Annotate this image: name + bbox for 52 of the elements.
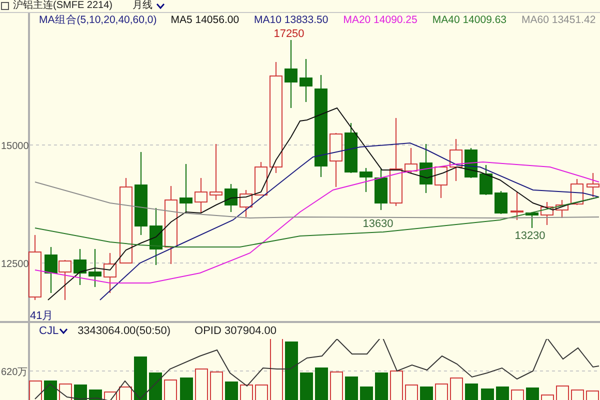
period-selector[interactable]: 月线 xyxy=(132,0,152,12)
candlestick xyxy=(330,132,342,188)
high-price-label: 17250 xyxy=(274,28,304,40)
candlestick xyxy=(28,234,42,300)
low-price-label: 13230 xyxy=(514,230,546,242)
volume-value: 3343064.00(50:50) xyxy=(78,326,171,336)
caret-icon[interactable] xyxy=(156,2,166,10)
candlestick xyxy=(570,178,584,206)
candlestick xyxy=(300,58,312,102)
candlestick xyxy=(44,246,58,294)
candlestick xyxy=(480,164,492,196)
low-price-label: 13630 xyxy=(362,218,394,230)
candlestick xyxy=(494,190,508,214)
candlestick xyxy=(240,190,252,218)
candlestick xyxy=(360,168,372,192)
candlestick xyxy=(74,248,86,286)
average-value: MA40 14009.63 xyxy=(432,15,507,26)
open-interest-value: OPID 307904.00 xyxy=(194,326,276,336)
price-axis-label: 15000 xyxy=(1,141,29,152)
candlestick xyxy=(586,172,600,198)
candlestick xyxy=(150,208,162,266)
candlestick xyxy=(510,192,524,220)
candlestick xyxy=(556,200,568,218)
candlestick xyxy=(210,144,222,200)
average-value: MA20 14090.25 xyxy=(343,15,418,26)
candlestick xyxy=(420,144,432,194)
candlestick xyxy=(526,212,538,228)
candlestick xyxy=(180,164,192,214)
square-icon xyxy=(1,2,9,10)
volume-axis-label: 620万 xyxy=(1,367,28,378)
candlestick xyxy=(464,148,478,178)
candlestick xyxy=(88,248,102,288)
candlestick xyxy=(254,162,268,196)
candlestick xyxy=(194,178,208,214)
caret-icon[interactable] xyxy=(58,328,68,334)
time-axis-label: 41月 xyxy=(30,310,54,321)
average-value: MA10 13833.50 xyxy=(254,15,328,26)
candlestick xyxy=(344,122,358,174)
indicator-group[interactable]: MA组合(5,10,20,40,60,0) xyxy=(39,15,157,26)
candlestick xyxy=(104,252,116,294)
average-value: MA60 13451.42 xyxy=(522,15,596,26)
candlestick xyxy=(434,166,448,198)
candlestick xyxy=(374,168,388,210)
candlestick xyxy=(404,148,418,174)
indicator-selector[interactable]: CJL xyxy=(39,326,59,336)
candlestick xyxy=(540,202,554,226)
candlestick xyxy=(224,184,238,212)
price-axis-label: 12500 xyxy=(1,259,29,270)
candlestick xyxy=(450,138,462,182)
candlestick xyxy=(58,260,72,300)
candlestick xyxy=(284,40,298,108)
average-value: MA5 14056.00 xyxy=(170,15,240,26)
